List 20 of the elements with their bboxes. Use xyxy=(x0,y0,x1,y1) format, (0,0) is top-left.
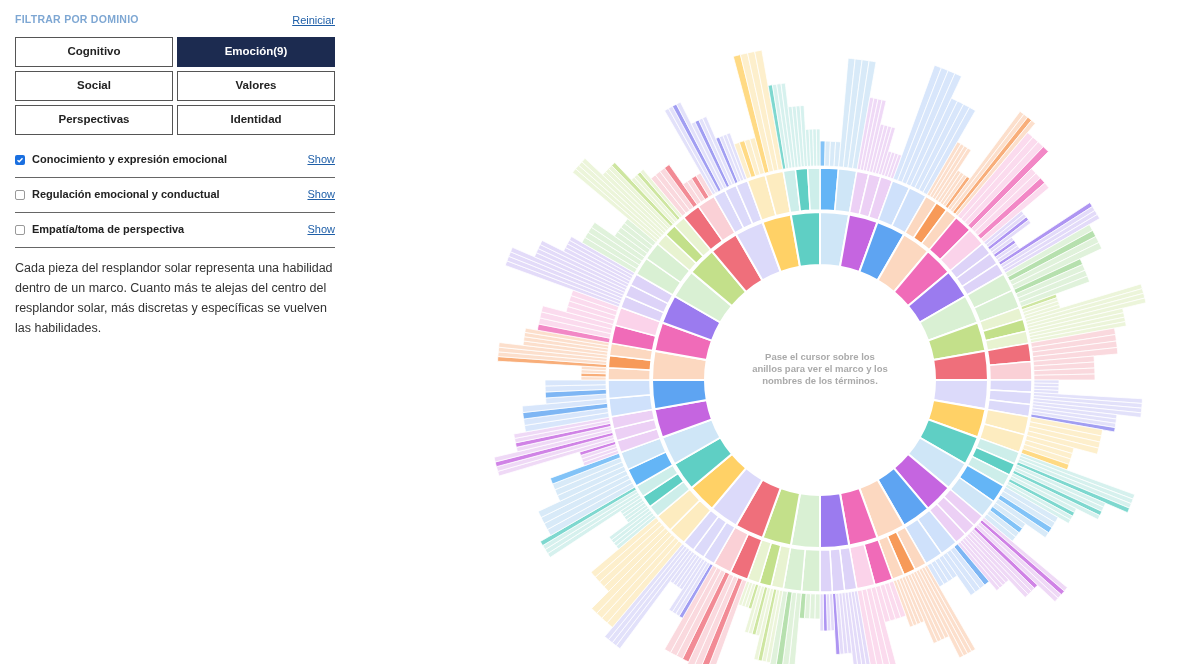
show-link[interactable]: Show xyxy=(307,221,335,238)
checkbox[interactable] xyxy=(15,189,25,200)
skill-label: Regulación emocional y conductual xyxy=(32,187,221,203)
show-link[interactable]: Show xyxy=(307,186,335,203)
domain-button[interactable]: Social xyxy=(15,70,173,101)
reset-link[interactable]: Reiniciar xyxy=(292,12,335,29)
checkbox[interactable] xyxy=(15,154,25,165)
hint-text: Pase el cursor sobre los anillos para ver el marco y los nombres de los términos. xyxy=(751,351,889,387)
skill-label: Empatía/toma de perspectiva xyxy=(32,222,186,238)
skill-label: Conocimiento y expresión emocional xyxy=(32,152,228,168)
domain-button[interactable]: Identidad xyxy=(177,104,335,135)
show-link[interactable]: Show xyxy=(307,151,335,168)
domain-button[interactable]: Valores xyxy=(177,70,335,101)
filter-title: FILTRAR POR DOMINIO xyxy=(15,12,139,28)
domain-button[interactable]: Perspectivas xyxy=(15,104,173,135)
domain-button[interactable]: Emoción(9) xyxy=(177,36,335,67)
domain-button[interactable]: Cognitivo xyxy=(15,36,173,67)
checkbox[interactable] xyxy=(15,224,25,235)
sunburst-drawing[interactable] xyxy=(493,49,1147,664)
description-text: Cada pieza del resplandor solar representa una habilidad dentro de un marco. Cuanto más te alejas del centro del resplandor solar, más discretas y específicas se vuelven las habilidades. xyxy=(15,259,334,337)
